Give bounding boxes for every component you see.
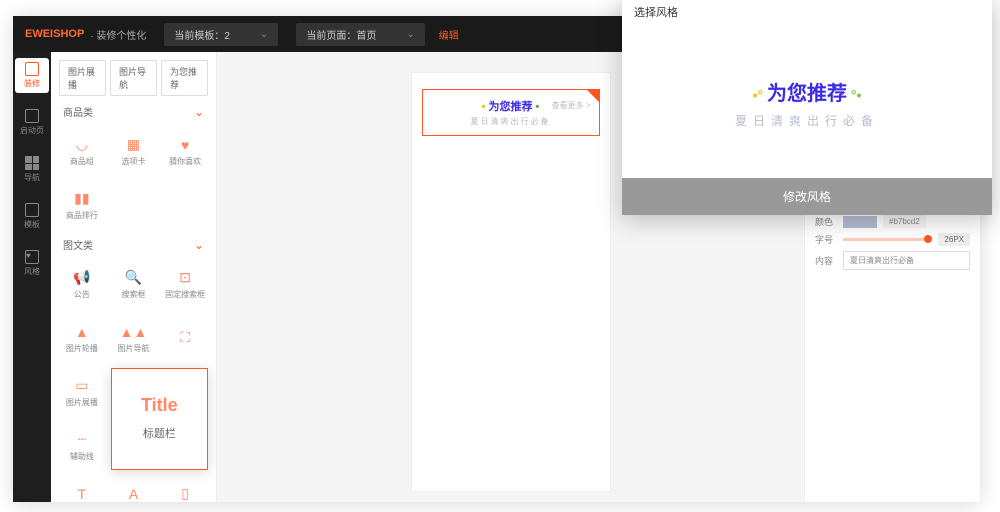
style-popup: 选择风格 为您推荐 夏日清爽出行必备 修改风格 (622, 0, 992, 215)
comp-spacer[interactable]: ▯辅助空白 (162, 476, 208, 502)
recommend-block[interactable]: 为您推荐 夏日清爽出行必备 查看更多 > (422, 89, 600, 136)
comp-divider[interactable]: ┄辅助线 (59, 422, 105, 470)
image-icon: ▲ (73, 323, 91, 341)
more-link[interactable]: 查看更多 > (552, 100, 591, 111)
tab-carousel[interactable]: 图片展播 (59, 60, 106, 96)
grid-icon (25, 156, 39, 170)
crop-icon: ⛶ (176, 328, 194, 346)
comp-tabs[interactable]: ▦选项卡 (111, 127, 157, 175)
rail-decorate[interactable]: 装修 (15, 58, 49, 93)
fixed-search-icon: ⊡ (176, 269, 194, 287)
brand-logo: EWEISHOP (25, 28, 84, 40)
search-icon: 🔍 (124, 269, 142, 287)
bag-icon: ◡ (73, 136, 91, 154)
text-icon: A (124, 485, 142, 503)
title-sm-icon: T (73, 485, 91, 503)
heart-icon: ♥ (176, 136, 194, 154)
popup-title: 选择风格 (622, 0, 992, 28)
rail-template[interactable]: 模板 (15, 199, 49, 234)
popup-preview-sub: 夏日清爽出行必备 (735, 112, 879, 129)
line-icon: ┄ (73, 431, 91, 449)
popup-preview[interactable]: 为您推荐 夏日清爽出行必备 (622, 28, 992, 178)
tabs-icon: ▦ (124, 136, 142, 154)
sub-color-swatch[interactable] (843, 216, 877, 228)
comp-titlebar[interactable]: T标题栏 (59, 476, 105, 502)
recommend-subtitle: 夏日清爽出行必备 (431, 116, 591, 127)
popup-preview-title: 为您推荐 (753, 77, 862, 106)
category-media[interactable]: 图文类 (51, 229, 216, 260)
rail-style[interactable]: ♥风格 (15, 246, 49, 281)
tab-imgnav[interactable]: 图片导航 (110, 60, 157, 96)
comp-notice[interactable]: 📢公告 (59, 260, 105, 308)
gallery-icon: ▭ (73, 377, 91, 395)
comp-crop[interactable]: ⛶ (162, 314, 208, 362)
comp-search[interactable]: 🔍搜索框 (111, 260, 157, 308)
modify-style-button[interactable]: 修改风格 (622, 178, 992, 215)
title-icon: Title (150, 397, 168, 415)
brush-icon (25, 62, 39, 76)
layers-icon (25, 203, 39, 217)
comp-titlebar-active[interactable]: Title标题栏 (111, 368, 208, 470)
comp-carousel[interactable]: ▲图片轮播 (59, 314, 105, 362)
tab-recommend[interactable]: 为您推荐 (161, 60, 208, 96)
spacer-icon: ▯ (176, 485, 194, 503)
side-rail: 装修 启动页 导航 模板 ♥风格 (13, 52, 51, 502)
phone-frame: 为您推荐 夏日清爽出行必备 查看更多 > (411, 72, 611, 492)
comp-like[interactable]: ♥猜你喜欢 (162, 127, 208, 175)
comp-imgnav[interactable]: ▲▲图片导航 (111, 314, 157, 362)
component-panel: 图片展播 图片导航 为您推荐 商品类 ◡商品组 ▦选项卡 ♥猜你喜欢 ▮▮商品排… (51, 52, 217, 502)
page-icon (25, 109, 39, 123)
page-select[interactable]: 当前页面：首页 (296, 23, 424, 46)
template-select[interactable]: 当前模板：2 (164, 23, 278, 46)
heart-icon: ♥ (25, 250, 39, 264)
comp-gallery[interactable]: ▭图片展播 (59, 368, 105, 416)
bars-icon: ▮▮ (73, 190, 91, 208)
rail-nav[interactable]: 导航 (15, 152, 49, 187)
imgnav-icon: ▲▲ (124, 323, 142, 341)
comp-richtext[interactable]: A富文本 (111, 476, 157, 502)
category-goods[interactable]: 商品类 (51, 96, 216, 127)
comp-goods-group[interactable]: ◡商品组 (59, 127, 105, 175)
breadcrumb: · 装修个性化 (90, 27, 146, 42)
comp-rank[interactable]: ▮▮商品排行 (59, 181, 105, 229)
comp-fixed-search[interactable]: ⊡固定搜索框 (162, 260, 208, 308)
edit-link[interactable]: 编辑 (439, 27, 459, 42)
horn-icon: 📢 (73, 269, 91, 287)
sub-content-input[interactable]: 夏日清爽出行必备 (843, 251, 970, 270)
rail-splash[interactable]: 启动页 (15, 105, 49, 140)
sub-font-slider[interactable] (843, 238, 932, 241)
